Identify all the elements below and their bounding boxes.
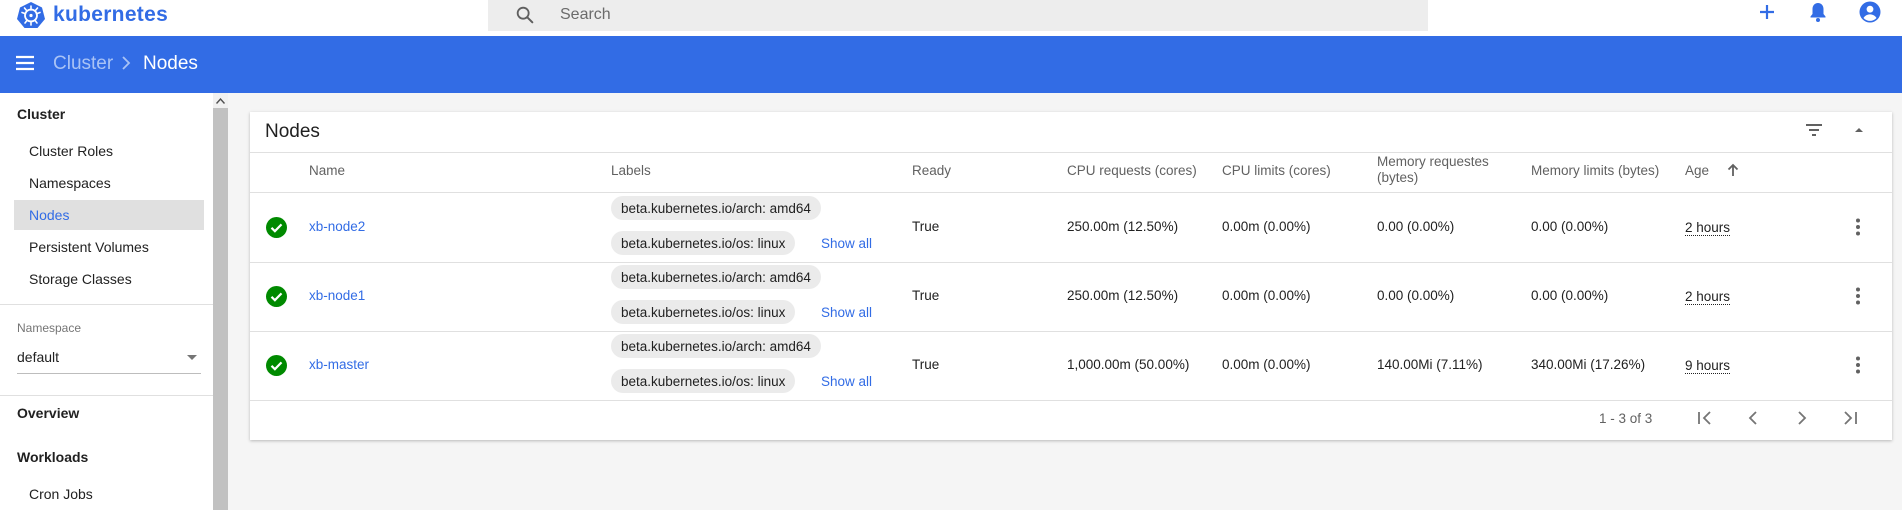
search-input[interactable] [560,3,1400,27]
column-header-memory-requests-line2: (bytes) [1377,170,1419,185]
search-icon [516,6,534,24]
search-bar[interactable] [488,0,1428,31]
cpu-limits-value: 0.00m (0.00%) [1222,357,1311,372]
namespace-label: Namespace [17,321,82,335]
sidebar-divider [0,304,213,305]
logo-text: kubernetes [53,3,169,26]
memory-requests-value: 140.00Mi (7.11%) [1377,357,1483,372]
ready-value: True [912,357,940,372]
kubernetes-logo[interactable]: kubernetes [16,1,168,29]
column-header-age[interactable]: Age [1685,163,1709,179]
header-divider [250,152,1892,153]
cpu-limits-value: 0.00m (0.00%) [1222,219,1311,234]
sidebar-divider [0,395,213,396]
dropdown-arrow-icon [187,355,197,360]
page-header: Cluster Nodes [0,36,1902,93]
more-vert-icon[interactable] [1846,215,1870,239]
scroll-up-icon[interactable] [213,93,228,108]
more-vert-icon[interactable] [1846,353,1870,377]
check-circle-icon [266,355,287,376]
sidebar-item-cluster-roles[interactable]: Cluster Roles [14,136,204,166]
label-chip: beta.kubernetes.io/arch: amd64 [611,265,821,289]
column-header-cpu-requests[interactable]: CPU requests (cores) [1067,163,1197,179]
chevron-right-icon [122,56,131,70]
column-header-name[interactable]: Name [309,163,345,179]
row-divider [250,400,1892,401]
first-page-icon[interactable] [1691,404,1719,432]
column-header-memory-requests[interactable]: Memory requestes (bytes) [1377,154,1489,186]
age-value[interactable]: 9 hours [1685,359,1731,374]
breadcrumb-cluster[interactable]: Cluster [53,53,113,75]
node-name-link[interactable]: xb-node2 [309,219,365,234]
column-header-cpu-limits[interactable]: CPU limits (cores) [1222,163,1331,179]
kubernetes-helm-icon [17,2,45,28]
previous-page-icon[interactable] [1739,404,1767,432]
column-header-ready[interactable]: Ready [912,163,951,179]
cpu-limits-value: 0.00m (0.00%) [1222,288,1311,303]
column-header-memory-requests-line1: Memory requestes [1377,154,1489,169]
top-bar: kubernetes [0,0,1902,36]
label-chip: beta.kubernetes.io/arch: amd64 [611,196,821,220]
check-circle-icon [266,286,287,307]
table-row[interactable]: xb-node1 beta.kubernetes.io/arch: amd64 … [250,262,1892,331]
node-name-link[interactable]: xb-master [309,357,369,372]
add-icon[interactable] [1755,0,1779,24]
label-chip: beta.kubernetes.io/os: linux [611,231,796,255]
label-chip: beta.kubernetes.io/os: linux [611,300,796,324]
show-all-labels-link[interactable]: Show all [821,305,872,320]
memory-limits-value: 340.00Mi (17.26%) [1531,357,1646,372]
namespace-value: default [17,349,60,365]
sort-ascending-icon[interactable] [1725,162,1741,178]
sidebar-heading-cluster[interactable]: Cluster [17,106,65,122]
age-value[interactable]: 2 hours [1685,290,1731,305]
sidebar-scrollbar-thumb[interactable] [213,108,228,510]
breadcrumb-nodes: Nodes [143,53,198,74]
nodes-card: Nodes Name Labels Ready CPU requests (co… [250,112,1892,440]
cpu-requests-value: 250.00m (12.50%) [1067,219,1179,234]
sidebar-heading-overview[interactable]: Overview [17,405,79,421]
sidebar-item-persistent-volumes[interactable]: Persistent Volumes [14,232,204,262]
ready-value: True [912,288,940,303]
account-icon[interactable] [1858,0,1882,24]
label-chip: beta.kubernetes.io/os: linux [611,369,796,393]
show-all-labels-link[interactable]: Show all [821,374,872,389]
ready-value: True [912,219,940,234]
sidebar-heading-workloads[interactable]: Workloads [17,449,88,465]
column-header-labels: Labels [611,163,651,178]
collapse-icon[interactable] [1847,118,1871,142]
node-name-link[interactable]: xb-node1 [309,288,365,303]
column-header-memory-limits[interactable]: Memory limits (bytes) [1531,163,1659,179]
next-page-icon[interactable] [1788,404,1816,432]
age-value[interactable]: 2 hours [1685,221,1731,236]
table-row[interactable]: xb-node2 beta.kubernetes.io/arch: amd64 … [250,193,1892,262]
cpu-requests-value: 1,000.00m (50.00%) [1067,357,1190,372]
filter-icon[interactable] [1802,118,1826,142]
sidebar-item-nodes[interactable]: Nodes [14,200,204,230]
namespace-select[interactable]: default [17,349,201,374]
memory-limits-value: 0.00 (0.00%) [1531,219,1609,234]
label-chip: beta.kubernetes.io/arch: amd64 [611,334,821,358]
show-all-labels-link[interactable]: Show all [821,236,872,251]
more-vert-icon[interactable] [1846,284,1870,308]
memory-limits-value: 0.00 (0.00%) [1531,288,1609,303]
card-title: Nodes [265,121,320,142]
sidebar-item-storage-classes[interactable]: Storage Classes [14,264,204,294]
memory-requests-value: 0.00 (0.00%) [1377,288,1455,303]
menu-icon[interactable] [14,52,36,74]
pagination-range: 1 - 3 of 3 [1599,411,1653,426]
last-page-icon[interactable] [1836,404,1864,432]
table-row[interactable]: xb-master beta.kubernetes.io/arch: amd64… [250,331,1892,400]
sidebar-item-namespaces[interactable]: Namespaces [14,168,204,198]
cpu-requests-value: 250.00m (12.50%) [1067,288,1179,303]
memory-requests-value: 0.00 (0.00%) [1377,219,1455,234]
notifications-icon[interactable] [1806,0,1830,24]
sidebar: Cluster Cluster Roles Namespaces Nodes P… [0,93,213,510]
sidebar-item-cron-jobs[interactable]: Cron Jobs [14,479,204,509]
check-circle-icon [266,217,287,238]
